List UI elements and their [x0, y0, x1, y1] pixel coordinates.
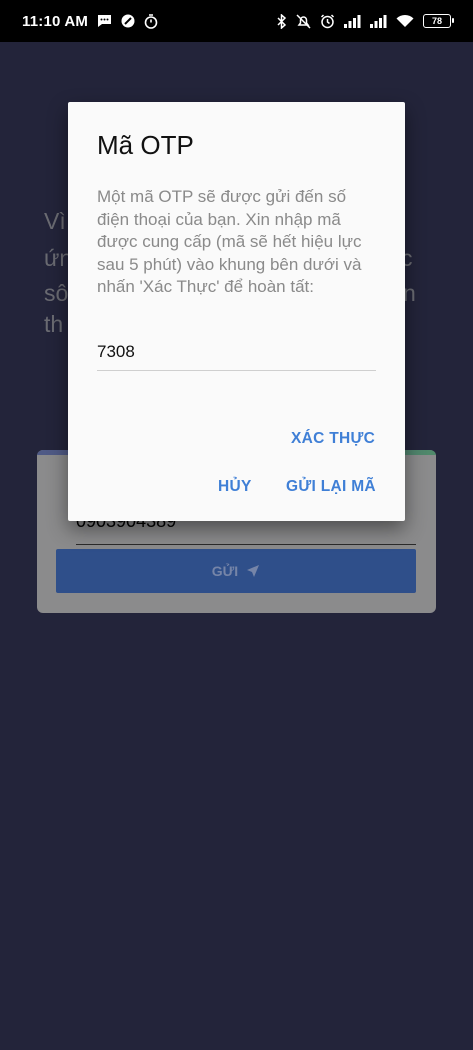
battery-icon: 78 [423, 14, 454, 28]
signal-icon [370, 14, 387, 28]
otp-input[interactable] [97, 333, 376, 371]
alarm-icon [320, 13, 335, 29]
signal-icon [344, 14, 361, 28]
status-time: 11:10 AM [22, 12, 89, 30]
background-text-fragment: sô [44, 280, 69, 306]
dialog-message: Một mã OTP sẽ được gửi đến số điện thoại… [97, 187, 362, 296]
phone-field-underline [76, 544, 416, 545]
send-button-label: GỬI [211, 563, 239, 579]
otp-dialog [68, 102, 405, 521]
send-button[interactable]: GỬI [56, 549, 416, 593]
send-icon [246, 564, 260, 578]
wifi-icon [396, 14, 414, 28]
timer-icon [144, 13, 158, 29]
message-icon [97, 14, 112, 28]
status-bar-left: 11:10 AM [22, 13, 158, 30]
background-text-fragment: Vì [44, 208, 66, 234]
bluetooth-icon [277, 13, 287, 29]
cancel-button[interactable]: HỦY [218, 478, 252, 496]
background-text-fragment: th [44, 311, 64, 337]
resend-code-button[interactable]: GỬI LẠI MÃ [286, 478, 376, 496]
verify-button[interactable]: XÁC THỰC [291, 430, 375, 448]
status-bar-right: 78 [277, 13, 454, 29]
notifications-off-icon [296, 13, 311, 29]
dialog-title: Mã OTP [97, 130, 194, 160]
status-bar: 11:10 AM 78 [0, 0, 473, 42]
do-not-disturb-icon [121, 14, 135, 28]
